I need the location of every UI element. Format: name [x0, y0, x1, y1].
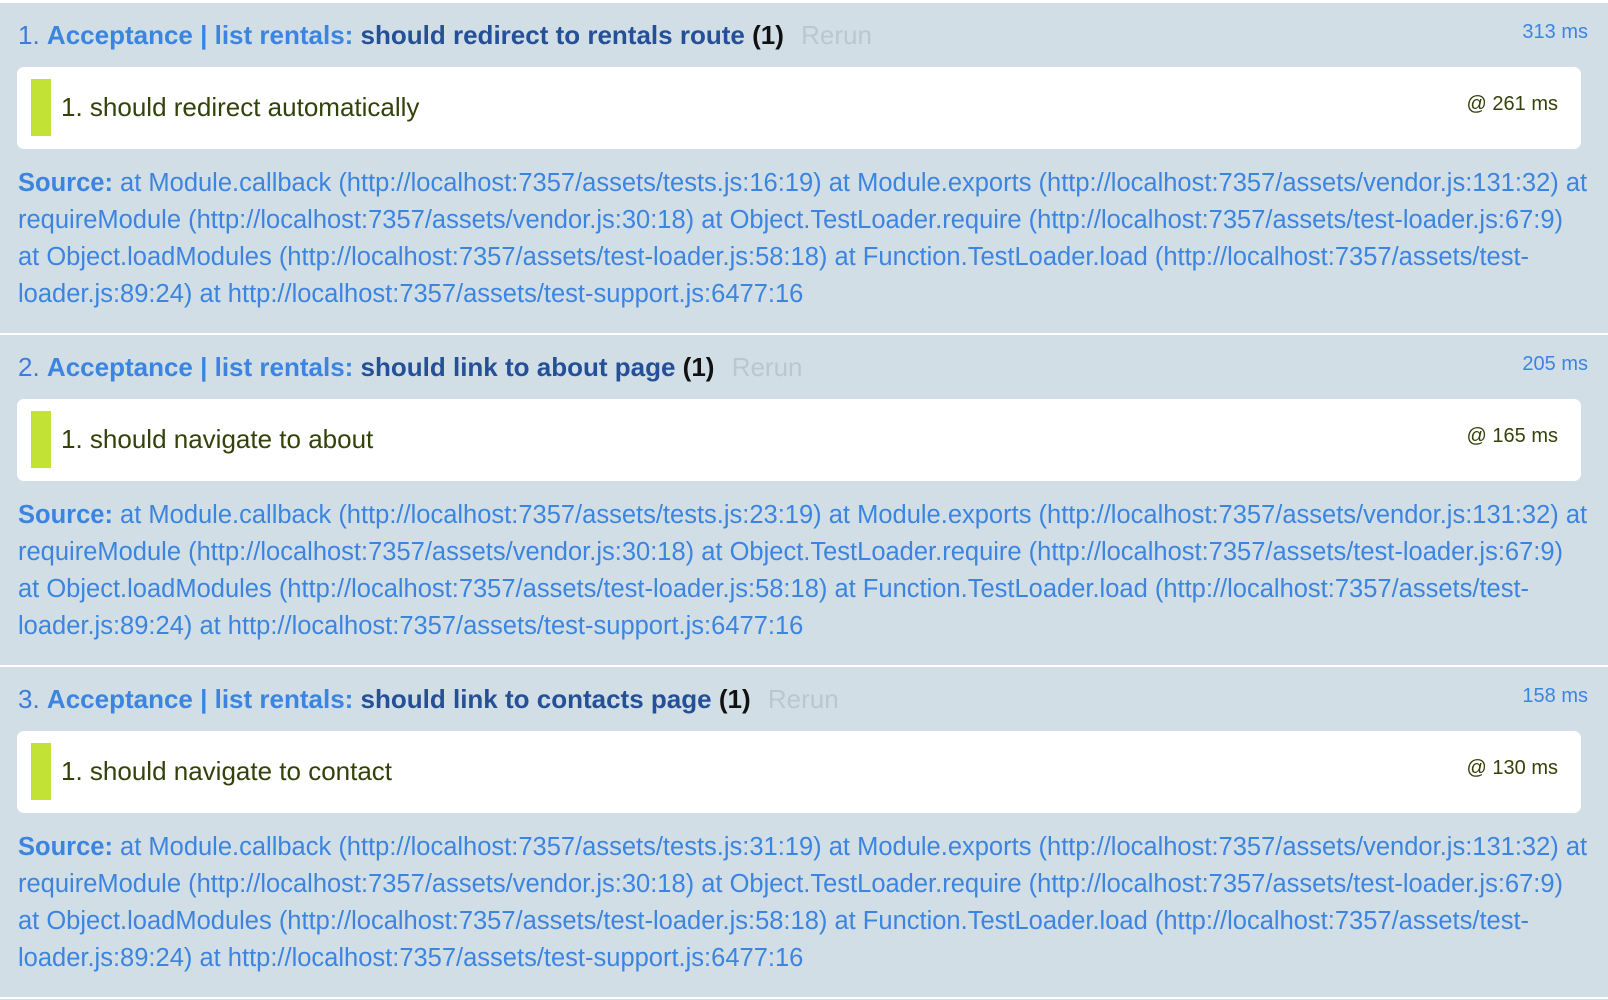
source-label: Source: — [18, 501, 113, 529]
source-text: at Module.callback (http://localhost:735… — [18, 833, 1588, 972]
assertion-time: @ 130 ms — [1466, 757, 1558, 779]
assertion-number: 1. — [61, 756, 83, 786]
assertion-message: should navigate to contact — [89, 756, 393, 786]
test-name[interactable]: should link to contacts page — [361, 684, 712, 714]
test-name[interactable]: should redirect to rentals route — [361, 20, 745, 50]
test-number: 2. — [18, 352, 40, 382]
assertion-list: 1. should redirect automatically @ 261 m… — [17, 67, 1581, 149]
test-results-list: 1. Acceptance | list rentals: should red… — [0, 3, 1608, 999]
module-name[interactable]: Acceptance | list rentals: — [47, 20, 353, 50]
assertion-counts: (1) — [752, 20, 784, 50]
assertion-item: 1. should navigate to about — [61, 419, 373, 459]
source-text: at Module.callback (http://localhost:735… — [18, 501, 1588, 640]
assertion-counts: (1) — [718, 684, 751, 714]
assertion-list: 1. should navigate to contact @ 130 ms — [17, 731, 1581, 813]
assertion-item: 1. should navigate to contact — [61, 751, 392, 791]
module-name[interactable]: Acceptance | list rentals: — [47, 684, 353, 714]
module-name[interactable]: Acceptance | list rentals: — [47, 352, 353, 382]
test-number: 3. — [18, 684, 40, 714]
test-runtime: 158 ms — [1522, 685, 1588, 707]
test-result: 2. Acceptance | list rentals: should lin… — [0, 335, 1608, 667]
assertion-item: 1. should redirect automatically — [61, 87, 419, 127]
source-label: Source: — [18, 169, 113, 197]
assertion-number: 1. — [61, 92, 83, 122]
assertion-message: should navigate to about — [89, 424, 374, 454]
assertion-time: @ 165 ms — [1466, 425, 1558, 447]
test-header: 2. Acceptance | list rentals: should lin… — [18, 349, 1588, 385]
test-header: 3. Acceptance | list rentals: should lin… — [18, 681, 1588, 717]
test-runtime: 313 ms — [1522, 21, 1588, 43]
test-result: 3. Acceptance | list rentals: should lin… — [0, 667, 1608, 999]
rerun-link[interactable]: Rerun — [732, 352, 803, 382]
assertion-message: should redirect automatically — [89, 92, 420, 122]
pass-indicator — [31, 743, 51, 800]
test-name[interactable]: should link to about page — [361, 352, 676, 382]
test-runtime: 205 ms — [1522, 353, 1588, 375]
test-header: 1. Acceptance | list rentals: should red… — [18, 17, 1588, 53]
assertion-time: @ 261 ms — [1466, 93, 1558, 115]
test-result: 1. Acceptance | list rentals: should red… — [0, 3, 1608, 335]
source-text: at Module.callback (http://localhost:735… — [18, 169, 1588, 308]
test-number: 1. — [18, 20, 40, 50]
pass-indicator — [31, 79, 51, 136]
source-trace: Source: at Module.callback (http://local… — [18, 829, 1588, 977]
assertion-list: 1. should navigate to about @ 165 ms — [17, 399, 1581, 481]
assertion-number: 1. — [61, 424, 83, 454]
source-trace: Source: at Module.callback (http://local… — [18, 165, 1588, 313]
rerun-link[interactable]: Rerun — [801, 20, 872, 50]
source-label: Source: — [18, 833, 113, 861]
source-trace: Source: at Module.callback (http://local… — [18, 497, 1588, 645]
pass-indicator — [31, 411, 51, 468]
assertion-counts: (1) — [682, 352, 715, 382]
rerun-link[interactable]: Rerun — [768, 684, 839, 714]
